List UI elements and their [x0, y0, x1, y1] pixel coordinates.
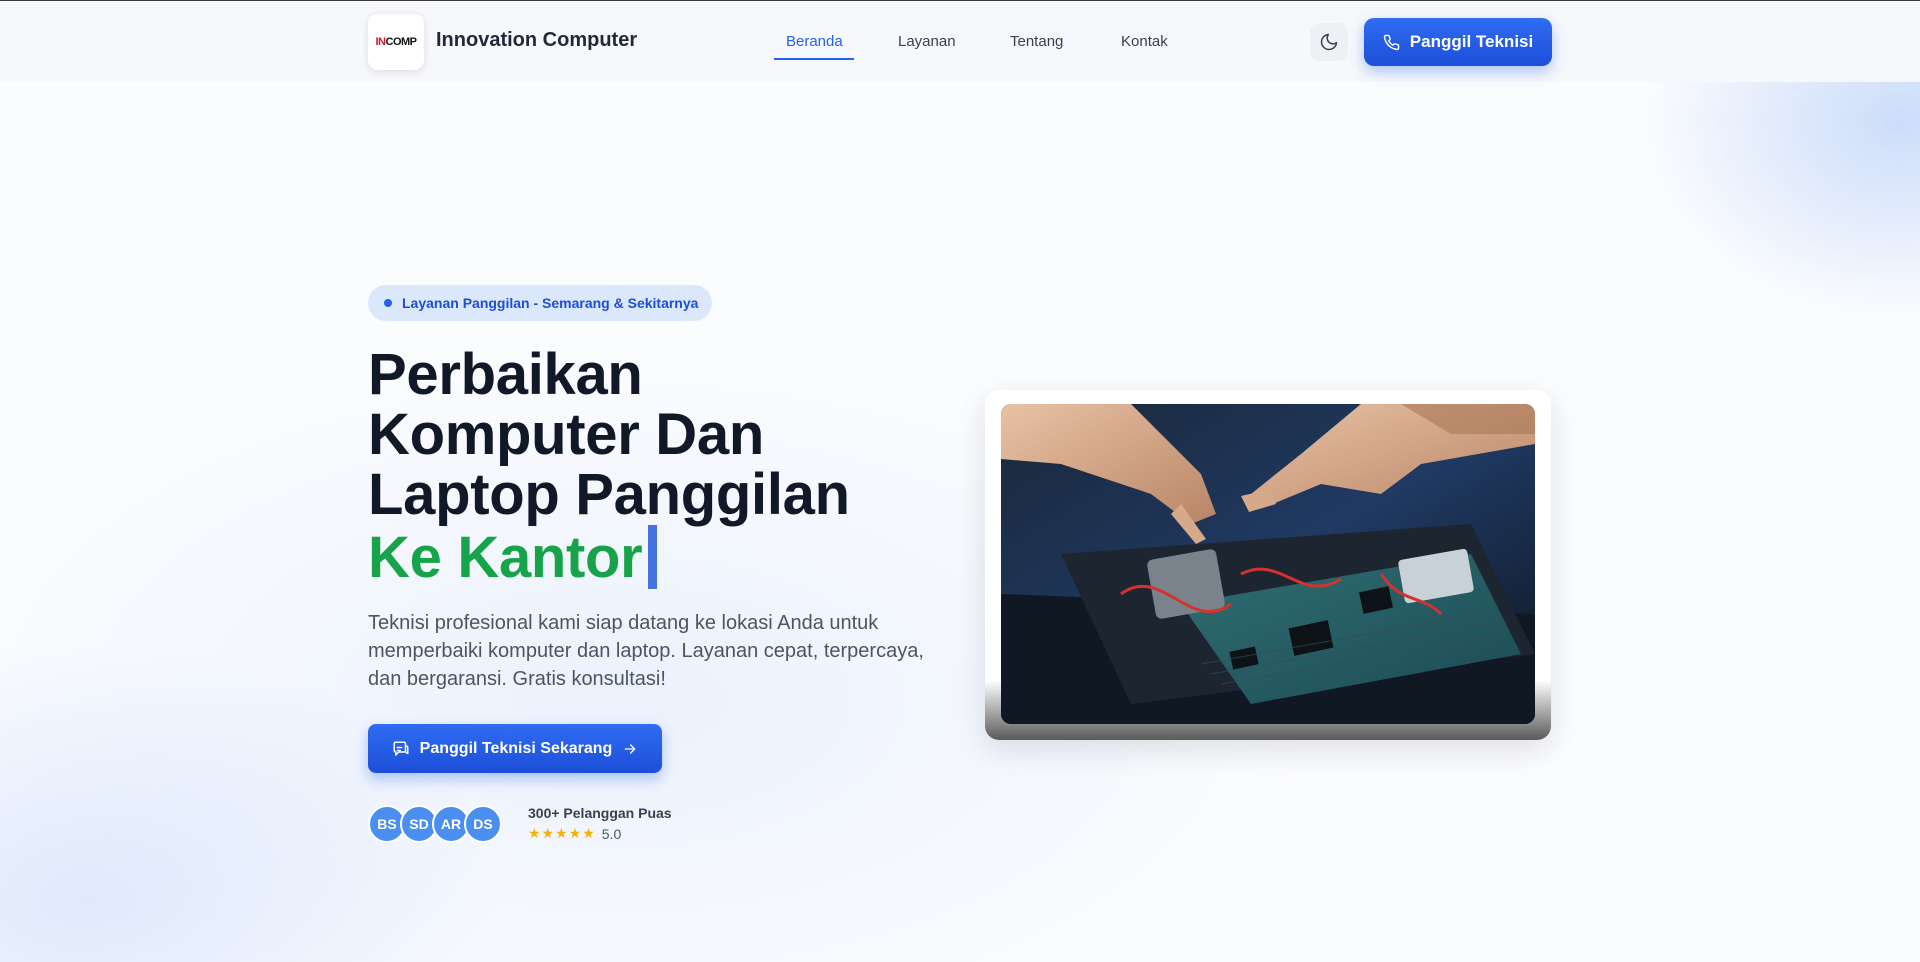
- logo[interactable]: IN COMP: [368, 14, 424, 70]
- arrow-right-icon: [624, 743, 636, 754]
- logo-text-suffix: COMP: [385, 36, 418, 48]
- avatar: DS: [464, 805, 502, 843]
- hero-headline: Perbaikan Komputer Dan Laptop Panggilan …: [368, 345, 850, 589]
- star-icon: ★★★★★: [528, 825, 596, 841]
- headline-highlight: Ke Kantor: [368, 525, 643, 590]
- call-technician-button[interactable]: Panggil Teknisi: [1364, 18, 1552, 66]
- logo-text-prefix: IN: [375, 36, 387, 48]
- site-header: IN COMP Innovation Computer Beranda Layan…: [0, 1, 1920, 82]
- page-background: [0, 1, 1920, 962]
- rating-value: 5.0: [601, 825, 622, 842]
- rating: ★★★★★ 5.0: [528, 825, 621, 842]
- headline-line-2: Komputer Dan: [368, 402, 764, 467]
- headline-line-3: Laptop Panggilan: [368, 462, 850, 527]
- phone-icon: [1383, 34, 1400, 50]
- headline-line-1: Perbaikan: [368, 342, 643, 407]
- nav-item-beranda[interactable]: Beranda: [786, 33, 843, 50]
- typing-caret: [648, 525, 658, 589]
- moon-icon: [1320, 33, 1338, 51]
- nav-item-tentang[interactable]: Tentang: [1010, 33, 1063, 50]
- nav-active-indicator: [774, 58, 854, 60]
- badge-dot: [384, 299, 392, 307]
- hero-description: Teknisi profesional kami siap datang ke …: [368, 612, 924, 690]
- customer-count: 300+ Pelanggan Puas: [528, 805, 672, 821]
- badge-label: Layanan Panggilan - Semarang & Sekitarny…: [402, 295, 699, 311]
- chat-icon: [393, 741, 409, 756]
- call-technician-now-button[interactable]: Panggil Teknisi Sekarang: [368, 724, 662, 773]
- hero-image: [1001, 404, 1535, 724]
- theme-toggle-button[interactable]: [1310, 23, 1348, 61]
- call-technician-now-label: Panggil Teknisi Sekarang: [419, 739, 613, 757]
- service-area-badge: Layanan Panggilan - Semarang & Sekitarny…: [368, 285, 712, 321]
- call-technician-label: Panggil Teknisi: [1409, 32, 1534, 51]
- hero-image-card: [985, 390, 1551, 740]
- nav-item-kontak[interactable]: Kontak: [1121, 33, 1168, 50]
- nav-item-layanan[interactable]: Layanan: [898, 33, 956, 50]
- brand-name[interactable]: Innovation Computer: [436, 29, 637, 52]
